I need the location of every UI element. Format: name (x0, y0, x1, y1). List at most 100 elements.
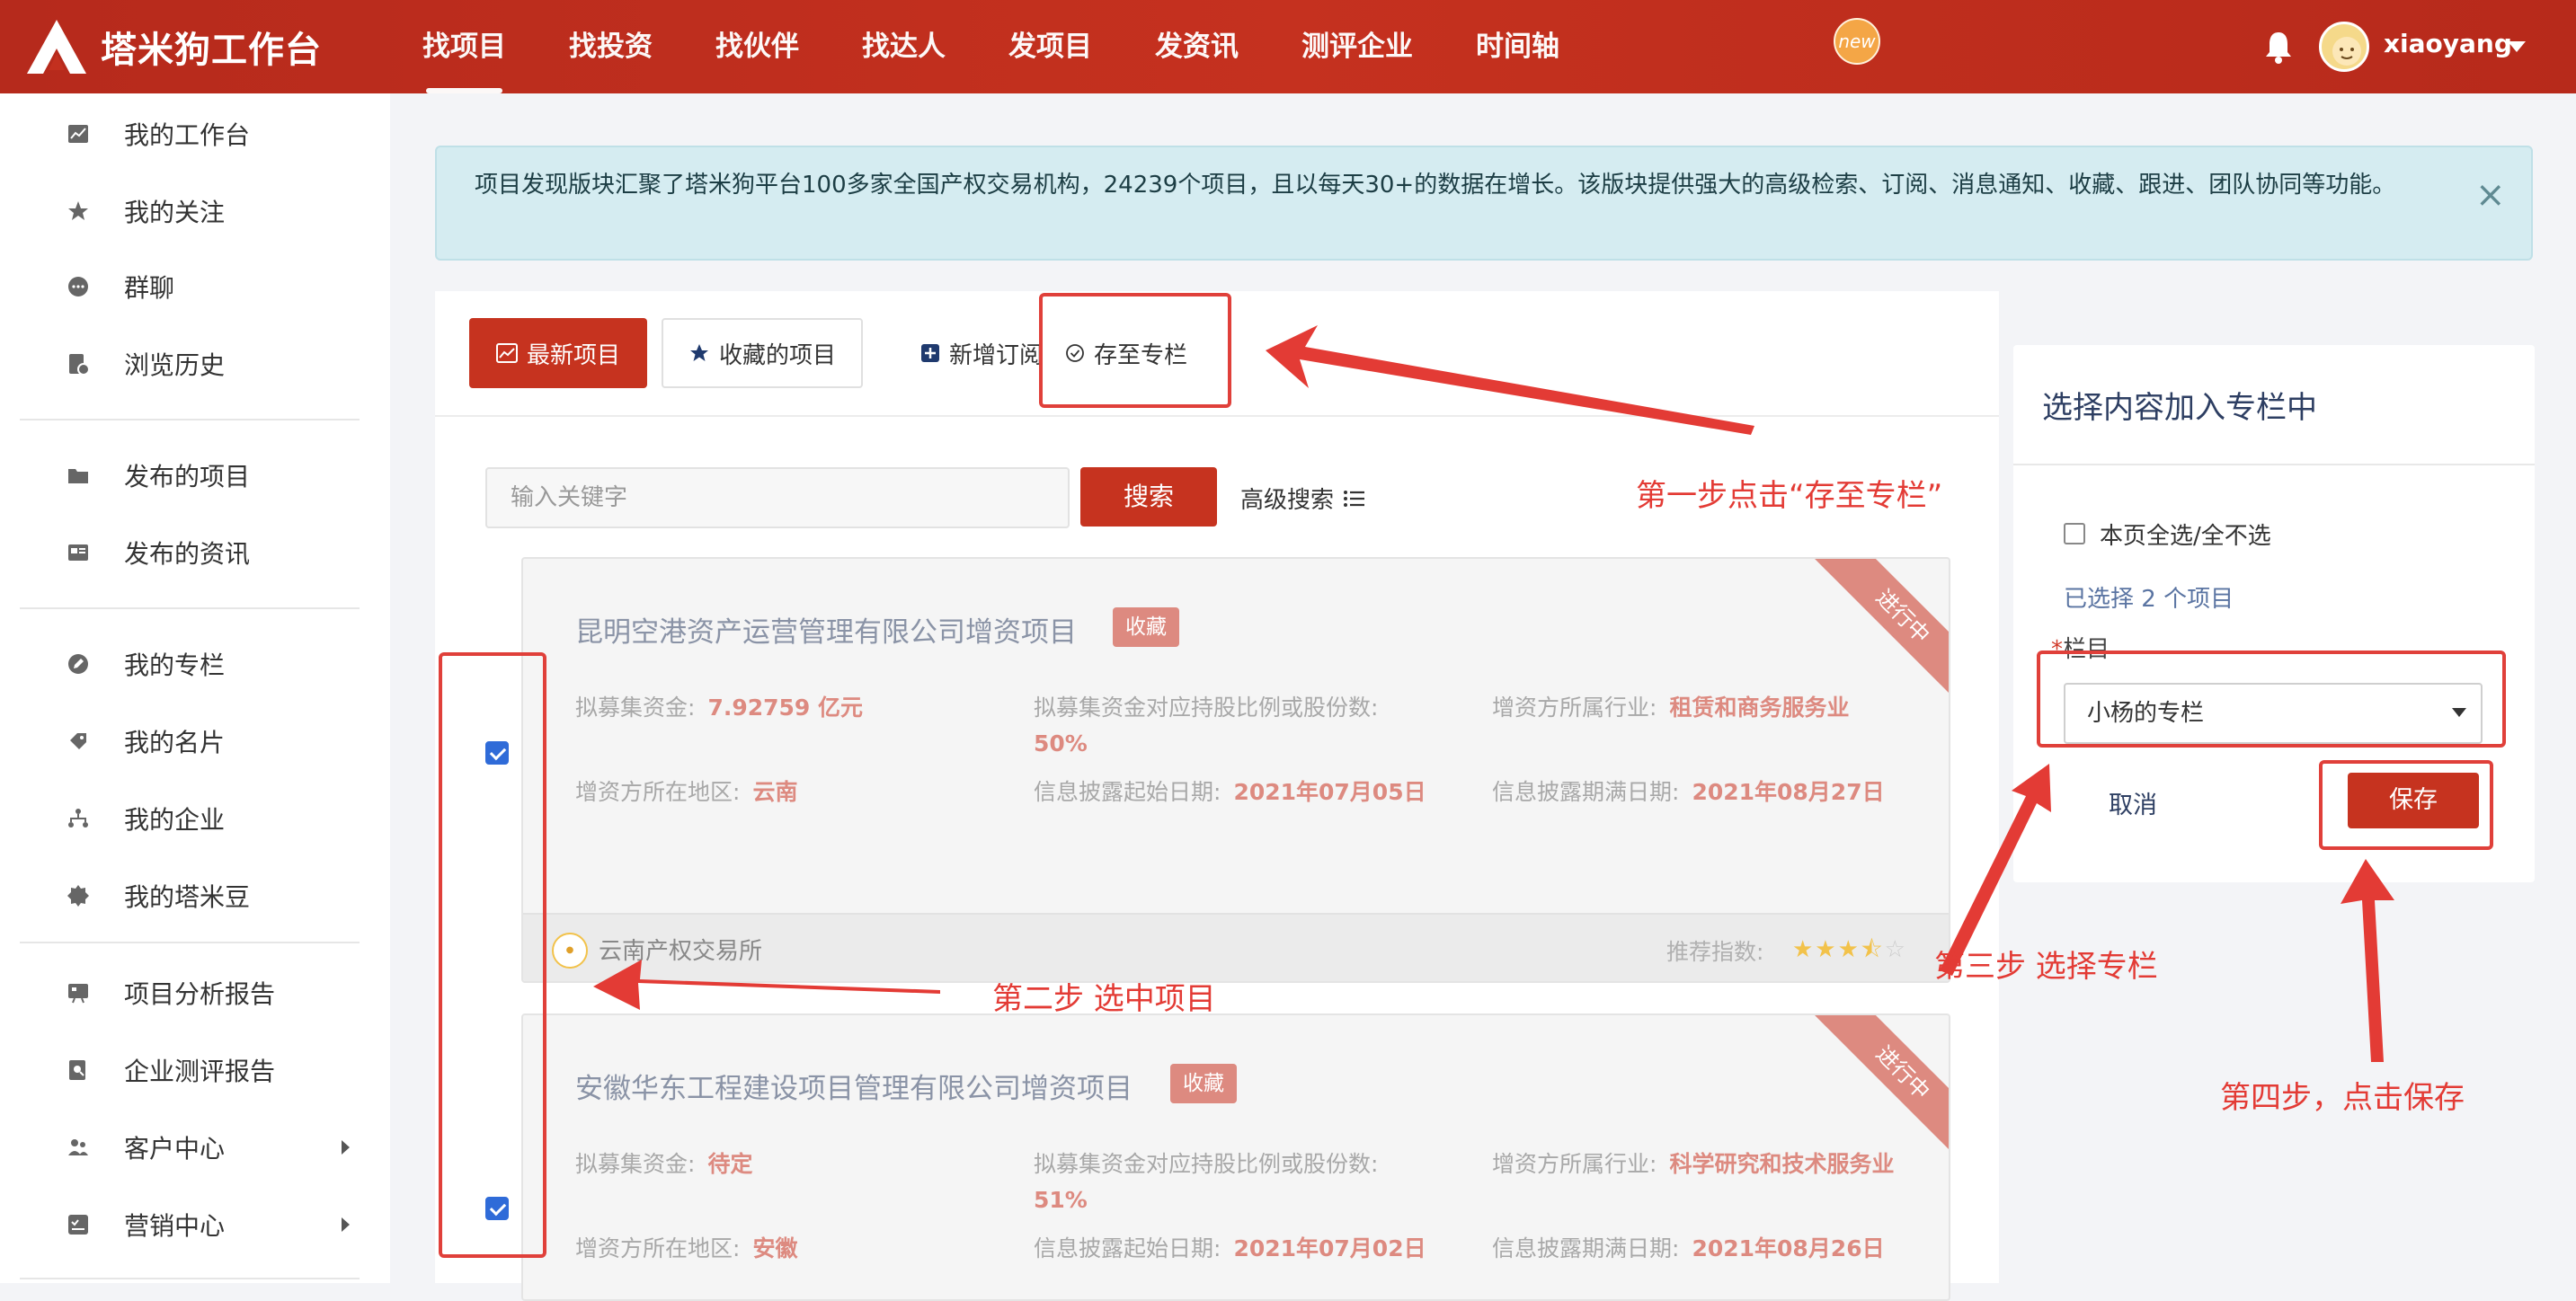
collect-tag[interactable]: 收藏 (1170, 1064, 1237, 1103)
advanced-search-link[interactable]: 高级搜索 (1240, 482, 1366, 515)
sidebar-divider (20, 419, 360, 420)
sidebar-item-company-report[interactable]: 企业测评报告 (0, 1039, 390, 1102)
chat-icon (68, 277, 88, 296)
chart-icon (495, 343, 518, 363)
select-all-checkbox[interactable] (2064, 523, 2085, 544)
exchange-logo-icon: ● (552, 933, 588, 969)
star-icon (68, 201, 88, 220)
project-title[interactable]: 昆明空港资产运营管理有限公司增资项目 (575, 609, 1077, 650)
tab-label: 最新项目 (526, 341, 620, 369)
sidebar-item-label: 我的工作台 (124, 120, 251, 150)
sidebar-item-project-report[interactable]: 项目分析报告 (0, 961, 390, 1024)
nav-find-project[interactable]: 找项目 (422, 0, 506, 93)
field-disclosure-start: 信息披露起始日期: 2021年07月05日 (1034, 779, 1426, 805)
selected-count-text: 已选择 2 个项目 (2064, 586, 2234, 613)
report-icon (68, 984, 88, 1004)
field-region: 增资方所在地区: 安徽 (575, 1235, 798, 1261)
nav-timeline[interactable]: 时间轴 (1476, 0, 1559, 93)
sidebar-item-label: 我的专栏 (124, 650, 226, 680)
search-button[interactable]: 搜索 (1080, 467, 1217, 527)
collect-tag[interactable]: 收藏 (1113, 607, 1179, 647)
field-share-ratio: 拟募集资金对应持股比例或股份数: 50% (1034, 695, 1379, 757)
sidebar-item-history[interactable]: 浏览历史 (0, 332, 390, 395)
main-nav: 找项目 找投资 找伙伴 找达人 发项目 发资讯 测评企业 时间轴 (422, 0, 1622, 93)
sidebar-item-published-projects[interactable]: 发布的项目 (0, 444, 390, 507)
history-icon (69, 354, 90, 376)
avatar-face-icon (2332, 37, 2361, 66)
panel-divider (2013, 464, 2535, 465)
nav-find-partner[interactable]: 找伙伴 (715, 0, 799, 93)
user-avatar[interactable] (2319, 22, 2369, 72)
plus-square-icon (920, 344, 939, 362)
arrow-step4 (2341, 859, 2394, 1062)
sidebar-item-label: 企业测评报告 (124, 1057, 276, 1086)
org-icon (68, 809, 88, 828)
nav-publish-project[interactable]: 发项目 (1008, 0, 1092, 93)
close-icon[interactable]: × (2475, 174, 2506, 216)
sidebar-item-label: 客户中心 (124, 1134, 226, 1164)
sidebar-item-workbench[interactable]: 我的工作台 (0, 102, 390, 165)
sidebar-divider (20, 607, 360, 609)
sidebar-item-label: 我的关注 (124, 198, 226, 227)
sidebar-item-label: 营销中心 (124, 1211, 226, 1241)
sidebar-item-business-card[interactable]: 我的名片 (0, 710, 390, 773)
nav-find-expert[interactable]: 找达人 (862, 0, 946, 93)
sidebar-item-label: 发布的资讯 (124, 539, 251, 569)
brand-name: 塔米狗工作台 (101, 30, 322, 71)
field-share-ratio: 拟募集资金对应持股比例或股份数: 51% (1034, 1151, 1379, 1213)
field-raise-amount: 拟募集资金: 7.92759 亿元 (575, 695, 864, 721)
annotation-step3: 第三步 选择专栏 (1934, 949, 2158, 985)
news-icon (68, 544, 88, 561)
star-icon (689, 344, 708, 361)
sidebar-item-label: 项目分析报告 (124, 979, 276, 1009)
list-icon (1344, 490, 1365, 507)
sidebar-item-marketing-center[interactable]: 营销中心 (0, 1193, 390, 1256)
chevron-right-icon (342, 1217, 350, 1232)
sidebar-item-published-news[interactable]: 发布的资讯 (0, 521, 390, 584)
project-card[interactable]: 进行中 安徽华东工程建设项目管理有限公司增资项目 收藏 拟募集资金: 待定 拟募集… (521, 1013, 1950, 1301)
edit-icon (68, 654, 88, 674)
select-all-label[interactable]: 本页全选/全不选 (2100, 518, 2271, 551)
project-card[interactable]: 进行中 昆明空港资产运营管理有限公司增资项目 收藏 拟募集资金: 7.92759 … (521, 557, 1950, 983)
exchange-name: 云南产权交易所 (599, 938, 763, 965)
card-footer: ● 云南产权交易所 推荐指数: ★★★⯪☆ (523, 913, 1949, 981)
tab-latest-projects[interactable]: 最新项目 (469, 318, 647, 388)
search-input[interactable]: 输入关键字 (485, 467, 1070, 528)
nav-publish-news[interactable]: 发资讯 (1155, 0, 1239, 93)
recommend-label: 推荐指数: (1666, 939, 1764, 965)
rating-stars: ★★★⯪☆ (1792, 936, 1907, 963)
tab-favorite-projects[interactable]: 收藏的项目 (662, 318, 863, 388)
cancel-button[interactable]: 取消 (2109, 785, 2157, 820)
nav-evaluate-company[interactable]: 测评企业 (1301, 0, 1413, 93)
sidebar-item-label: 发布的项目 (124, 462, 251, 491)
username[interactable]: xiaoyang (2384, 29, 2512, 58)
bell-icon[interactable] (2263, 29, 2294, 65)
chart-icon (68, 125, 88, 143)
status-ribbon: 进行中 (1808, 559, 1949, 712)
folder-icon (68, 469, 88, 483)
chevron-down-icon[interactable] (2508, 41, 2526, 52)
tamigou-logo-icon (27, 20, 86, 74)
project-title[interactable]: 安徽华东工程建设项目管理有限公司增资项目 (575, 1066, 1133, 1106)
sidebar-item-my-company[interactable]: 我的企业 (0, 787, 390, 850)
annotation-step4: 第四步，点击保存 (2220, 1080, 2465, 1116)
sidebar-item-label: 我的企业 (124, 805, 226, 835)
sidebar-item-tami-beans[interactable]: 我的塔米豆 (0, 864, 390, 927)
sidebar-item-customer-center[interactable]: 客户中心 (0, 1116, 390, 1179)
highlight-checkboxes (439, 652, 546, 1258)
sidebar-item-label: 浏览历史 (124, 350, 226, 380)
project-list-panel: 最新项目 收藏的项目 新增订阅 存至专栏 输入关键字 搜索 高级搜索 进行中 昆… (435, 291, 1999, 1301)
sidebar-item-following[interactable]: 我的关注 (0, 180, 390, 243)
brand-logo[interactable]: 塔米狗工作台 (25, 18, 322, 75)
sidebar-item-group-chat[interactable]: 群聊 (0, 255, 390, 318)
field-industry: 增资方所属行业: 科学研究和技术服务业 (1492, 1151, 1895, 1177)
highlight-save-button (2319, 760, 2493, 850)
tab-label: 收藏的项目 (718, 341, 836, 369)
nav-find-investment[interactable]: 找投资 (569, 0, 653, 93)
sidebar-item-label: 群聊 (124, 273, 175, 303)
sidebar-item-my-column[interactable]: 我的专栏 (0, 633, 390, 695)
field-disclosure-end: 信息披露期满日期: 2021年08月26日 (1492, 1235, 1885, 1261)
marketing-icon (68, 1215, 88, 1235)
field-disclosure-start: 信息披露起始日期: 2021年07月02日 (1034, 1235, 1426, 1261)
field-region: 增资方所在地区: 云南 (575, 779, 798, 805)
